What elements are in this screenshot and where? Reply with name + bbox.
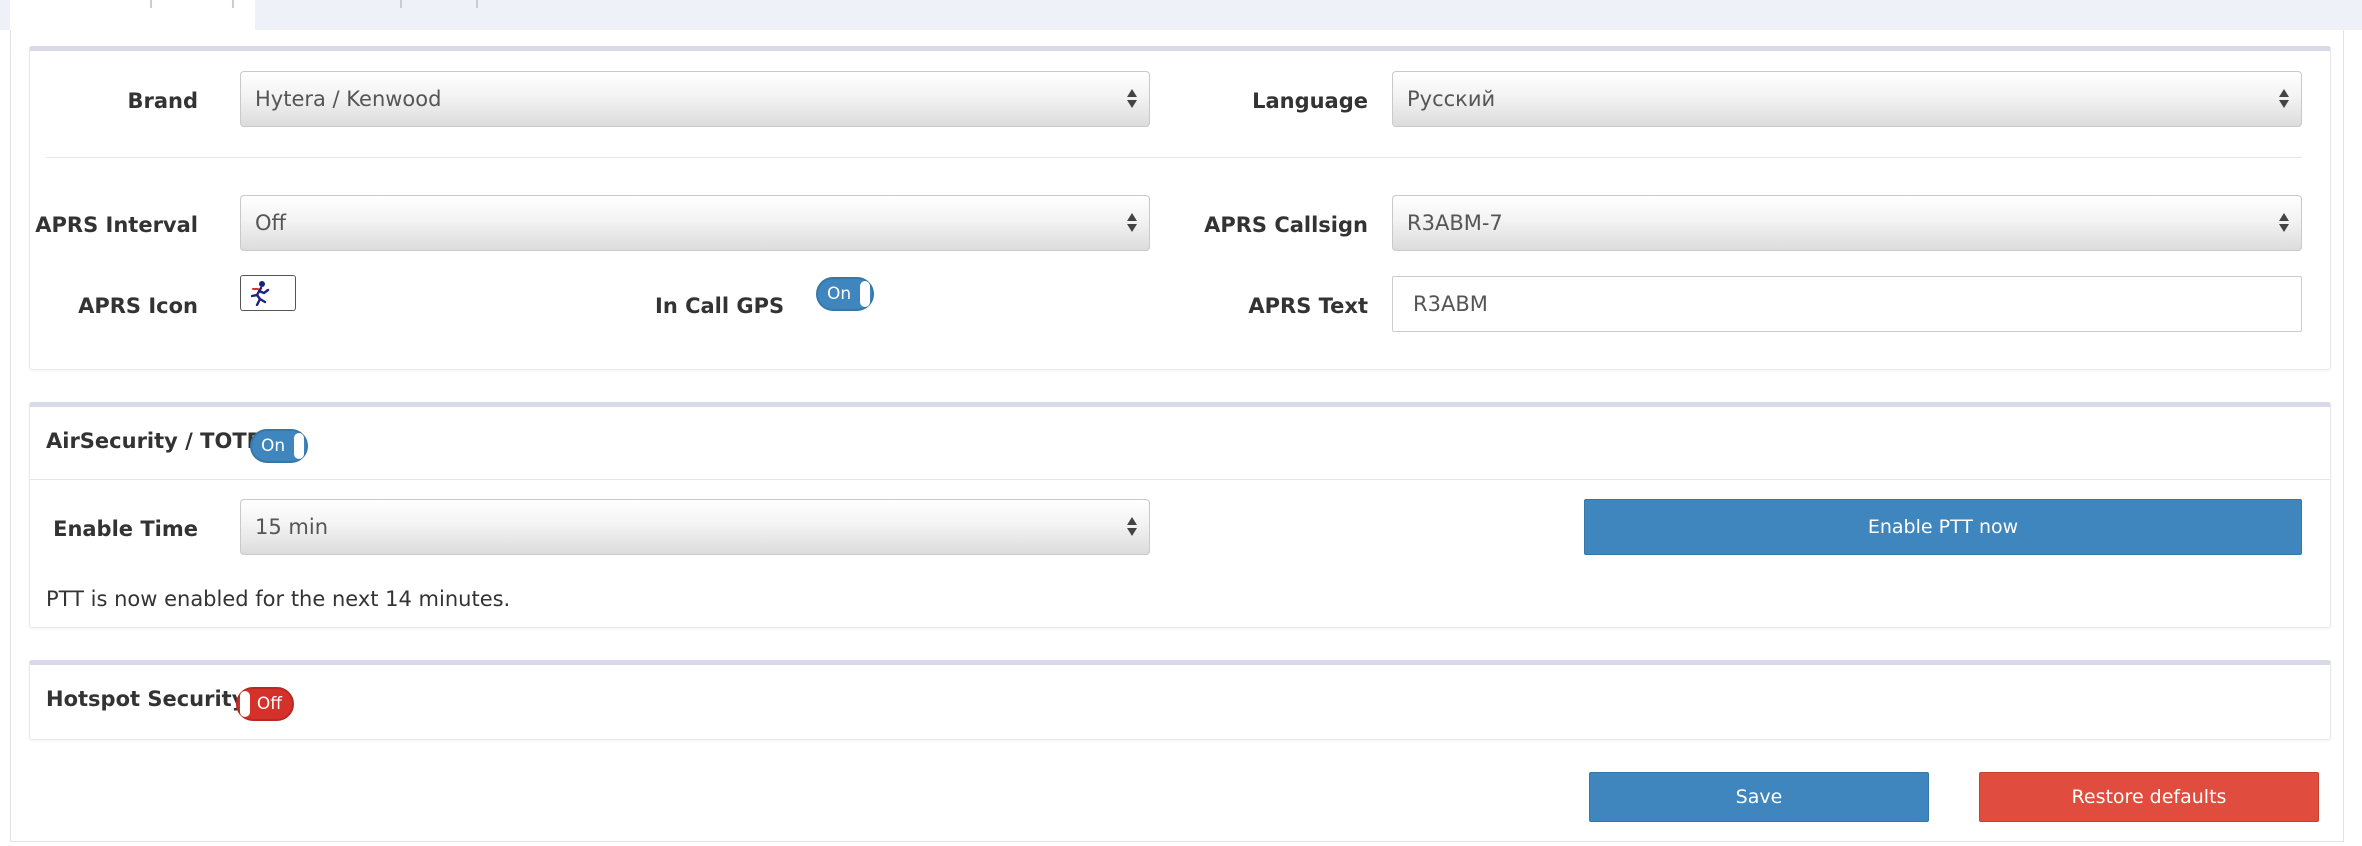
language-select-value: Русский xyxy=(1407,87,1496,111)
enable-time-label: Enable Time xyxy=(53,517,198,541)
running-person-icon xyxy=(250,281,270,306)
brand-select[interactable]: Hytera / Kenwood xyxy=(240,71,1150,127)
aprs-callsign-label: APRS Callsign xyxy=(1204,213,1368,237)
tab-edge-mark xyxy=(476,0,478,8)
toggle-knob xyxy=(240,691,250,717)
hotspot-security-title: Hotspot Security xyxy=(46,687,246,711)
select-arrows-icon xyxy=(1127,211,1137,235)
hotspot-security-toggle[interactable]: Off xyxy=(236,687,294,721)
aprs-callsign-value: R3ABM-7 xyxy=(1407,211,1503,235)
brand-label: Brand xyxy=(127,89,198,113)
general-settings-panel: Brand Hytera / Kenwood Language Русский … xyxy=(29,46,2331,370)
aprs-icon-label: APRS Icon xyxy=(78,294,198,318)
air-security-title: AirSecurity / TOTP xyxy=(46,429,263,453)
toggle-state-text: On xyxy=(827,284,852,304)
aprs-callsign-select[interactable]: R3ABM-7 xyxy=(1392,195,2302,251)
aprs-text-input[interactable] xyxy=(1392,276,2302,332)
brand-select-value: Hytera / Kenwood xyxy=(255,87,442,111)
tab-edge-mark xyxy=(150,0,152,8)
toggle-knob xyxy=(294,433,304,459)
air-security-toggle[interactable]: On xyxy=(250,429,308,463)
toggle-knob xyxy=(860,281,870,307)
settings-container: Brand Hytera / Kenwood Language Русский … xyxy=(10,30,2344,842)
in-call-gps-toggle[interactable]: On xyxy=(816,277,874,311)
air-security-panel: AirSecurity / TOTP On Enable Time 15 min… xyxy=(29,402,2331,628)
in-call-gps-label: In Call GPS xyxy=(655,294,785,318)
tab-edge-mark xyxy=(400,0,402,8)
select-arrows-icon xyxy=(1127,87,1137,111)
enable-time-value: 15 min xyxy=(255,515,328,539)
tab-active[interactable] xyxy=(10,0,255,30)
aprs-icon-picker[interactable] xyxy=(240,275,296,311)
toggle-state-text: Off xyxy=(256,694,282,714)
select-arrows-icon xyxy=(2279,87,2289,111)
aprs-interval-select[interactable]: Off xyxy=(240,195,1150,251)
tab-strip xyxy=(0,0,2362,30)
restore-defaults-button[interactable]: Restore defaults xyxy=(1979,772,2319,822)
language-select[interactable]: Русский xyxy=(1392,71,2302,127)
language-label: Language xyxy=(1252,89,1368,113)
ptt-status-message: PTT is now enabled for the next 14 minut… xyxy=(46,587,511,611)
tab-edge-mark xyxy=(232,0,234,8)
select-arrows-icon xyxy=(1127,515,1137,539)
aprs-interval-value: Off xyxy=(255,211,286,235)
select-arrows-icon xyxy=(2279,211,2289,235)
aprs-text-label: APRS Text xyxy=(1248,294,1368,318)
section-divider xyxy=(46,157,2302,158)
enable-ptt-button[interactable]: Enable PTT now xyxy=(1584,499,2302,555)
hotspot-security-panel: Hotspot Security Off xyxy=(29,660,2331,740)
enable-time-select[interactable]: 15 min xyxy=(240,499,1150,555)
aprs-interval-label: APRS Interval xyxy=(35,213,198,237)
toggle-state-text: On xyxy=(261,436,286,456)
save-button[interactable]: Save xyxy=(1589,772,1929,822)
tab-inactive[interactable] xyxy=(260,0,520,30)
section-divider xyxy=(30,479,2330,480)
